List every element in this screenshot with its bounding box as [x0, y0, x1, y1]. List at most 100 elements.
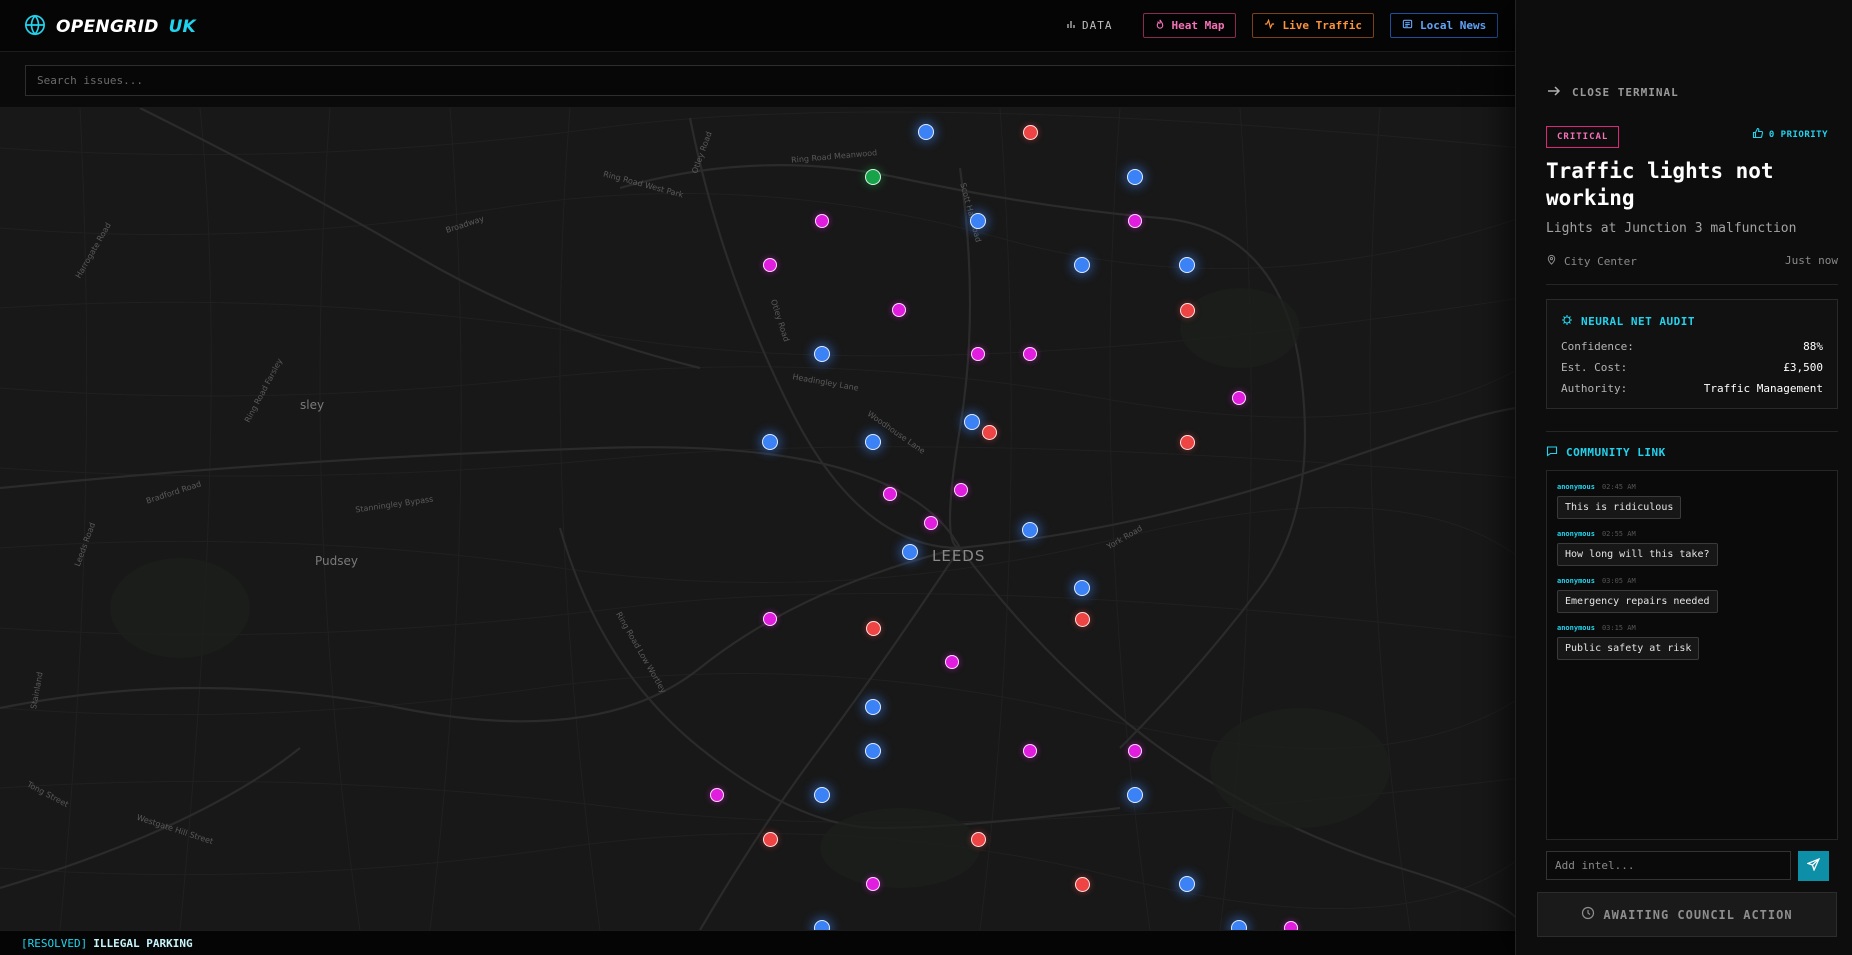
issue-pin[interactable]	[1180, 303, 1195, 318]
search-input[interactable]	[25, 65, 1520, 96]
issue-pin[interactable]	[1023, 347, 1037, 361]
issue-pin[interactable]	[1022, 522, 1038, 538]
chat-message: anonymous 03:15 AM Public safety at risk	[1557, 624, 1827, 660]
heat-map-button[interactable]: Heat Map	[1142, 13, 1237, 38]
chat-bubble: How long will this take?	[1557, 543, 1718, 566]
road-network	[0, 108, 1520, 930]
issue-pin[interactable]	[1023, 125, 1038, 140]
map-label-leeds: LEEDS	[932, 547, 986, 565]
issue-pin[interactable]	[763, 258, 777, 272]
live-traffic-button[interactable]: Live Traffic	[1252, 13, 1374, 38]
issue-pin[interactable]	[971, 347, 985, 361]
audit-heading: NEURAL NET AUDIT	[1561, 314, 1823, 329]
chat-bubble: Public safety at risk	[1557, 637, 1700, 660]
globe-icon	[24, 14, 46, 40]
audit-row-authority: Authority: Traffic Management	[1561, 378, 1823, 399]
priority-upvote[interactable]: 0 PRIORITY	[1752, 127, 1828, 142]
issue-pin[interactable]	[814, 346, 830, 362]
issue-pin[interactable]	[762, 434, 778, 450]
issue-pin[interactable]	[1180, 435, 1195, 450]
issue-pin[interactable]	[815, 214, 829, 228]
issue-pin[interactable]	[865, 699, 881, 715]
issue-pin[interactable]	[1128, 214, 1142, 228]
map-label-pudsey: Pudsey	[315, 554, 358, 568]
add-intel-input[interactable]	[1546, 851, 1791, 880]
issue-pin[interactable]	[710, 788, 724, 802]
cpu-icon	[1561, 314, 1573, 329]
issue-pin[interactable]	[924, 516, 938, 530]
ticker-text: ILLEGAL PARKING	[93, 936, 193, 950]
issue-pin[interactable]	[964, 414, 980, 430]
issue-pin[interactable]	[954, 483, 968, 497]
chat-time: 02:55 AM	[1601, 530, 1636, 538]
issue-pin[interactable]	[1127, 169, 1143, 185]
issue-pin[interactable]	[1023, 744, 1037, 758]
issue-pin[interactable]	[1179, 257, 1195, 273]
issue-pin[interactable]	[763, 612, 777, 626]
issue-pin[interactable]	[982, 425, 997, 440]
location: City Center	[1546, 254, 1637, 268]
chat-bubble: Emergency repairs needed	[1557, 590, 1718, 613]
issue-pin[interactable]	[814, 787, 830, 803]
chat-user: anonymous	[1557, 577, 1595, 585]
newspaper-icon	[1402, 19, 1413, 32]
issue-pin[interactable]	[902, 544, 918, 560]
issue-pin[interactable]	[892, 303, 906, 317]
brand-logo[interactable]: OPENGRID UK	[24, 14, 196, 40]
severity-badge: CRITICAL	[1546, 126, 1620, 148]
issue-pin[interactable]	[1179, 876, 1195, 892]
community-heading-label: COMMUNITY LINK	[1566, 446, 1666, 459]
data-nav-link[interactable]: DATA	[1066, 19, 1127, 32]
audit-value: 88%	[1803, 340, 1823, 353]
issue-pin[interactable]	[1284, 921, 1298, 930]
awaiting-council-status: AWAITING COUNCIL ACTION	[1537, 892, 1837, 937]
issue-pin[interactable]	[1074, 580, 1090, 596]
issue-pin[interactable]	[1128, 744, 1142, 758]
issue-pin[interactable]	[865, 434, 881, 450]
timestamp: Just now	[1785, 254, 1838, 267]
issue-pin[interactable]	[970, 213, 986, 229]
issue-pin[interactable]	[814, 920, 830, 930]
community-heading: COMMUNITY LINK	[1546, 445, 1666, 460]
issue-title: Traffic lights not working	[1546, 159, 1774, 210]
issue-pin[interactable]	[763, 832, 778, 847]
arrow-right-icon	[1546, 83, 1562, 102]
issue-pin[interactable]	[1127, 787, 1143, 803]
issue-pin[interactable]	[865, 743, 881, 759]
search-bar	[0, 52, 1520, 108]
status-ticker: [RESOLVED] ILLEGAL PARKING	[0, 930, 1520, 955]
issue-pin[interactable]	[971, 832, 986, 847]
issue-pin[interactable]	[918, 124, 934, 140]
community-chat-log[interactable]: anonymous 02:45 AM This is ridiculous ano…	[1546, 470, 1838, 840]
issue-pin[interactable]	[865, 169, 881, 185]
chat-time: 03:05 AM	[1601, 577, 1636, 585]
brand-name: OPENGRID	[56, 17, 159, 37]
chat-message: anonymous 02:45 AM This is ridiculous	[1557, 483, 1827, 519]
local-news-button[interactable]: Local News	[1389, 13, 1499, 38]
audit-key: Authority:	[1561, 382, 1628, 395]
chat-bubble: This is ridiculous	[1557, 496, 1682, 519]
issue-pin[interactable]	[1231, 920, 1247, 930]
issue-map[interactable]: LEEDS Pudsey sley Ring Road Meanwood Rin…	[0, 108, 1520, 930]
top-nav: DATA Heat Map Live Traffic Local News	[1066, 13, 1499, 38]
neural-net-audit-card: NEURAL NET AUDIT Confidence: 88% Est. Co…	[1546, 299, 1838, 409]
brand-accent: UK	[168, 17, 196, 37]
clock-icon	[1581, 906, 1595, 923]
issue-pin[interactable]	[866, 877, 880, 891]
live-traffic-label: Live Traffic	[1282, 19, 1362, 32]
issue-pin[interactable]	[1075, 612, 1090, 627]
ticker-status: [RESOLVED]	[21, 936, 88, 950]
location-label: City Center	[1564, 254, 1637, 268]
divider	[1546, 284, 1838, 285]
issue-pin[interactable]	[1075, 877, 1090, 892]
issue-pin[interactable]	[1232, 391, 1246, 405]
issue-pin[interactable]	[1074, 257, 1090, 273]
message-square-icon	[1546, 445, 1558, 460]
audit-value: Traffic Management	[1703, 382, 1823, 395]
issue-pin[interactable]	[883, 487, 897, 501]
issue-detail-panel: CLOSE TERMINAL CRITICAL 0 PRIORITY Traff…	[1515, 0, 1852, 955]
close-terminal-button[interactable]: CLOSE TERMINAL	[1546, 83, 1679, 102]
issue-pin[interactable]	[866, 621, 881, 636]
send-button[interactable]	[1798, 851, 1829, 881]
issue-pin[interactable]	[945, 655, 959, 669]
